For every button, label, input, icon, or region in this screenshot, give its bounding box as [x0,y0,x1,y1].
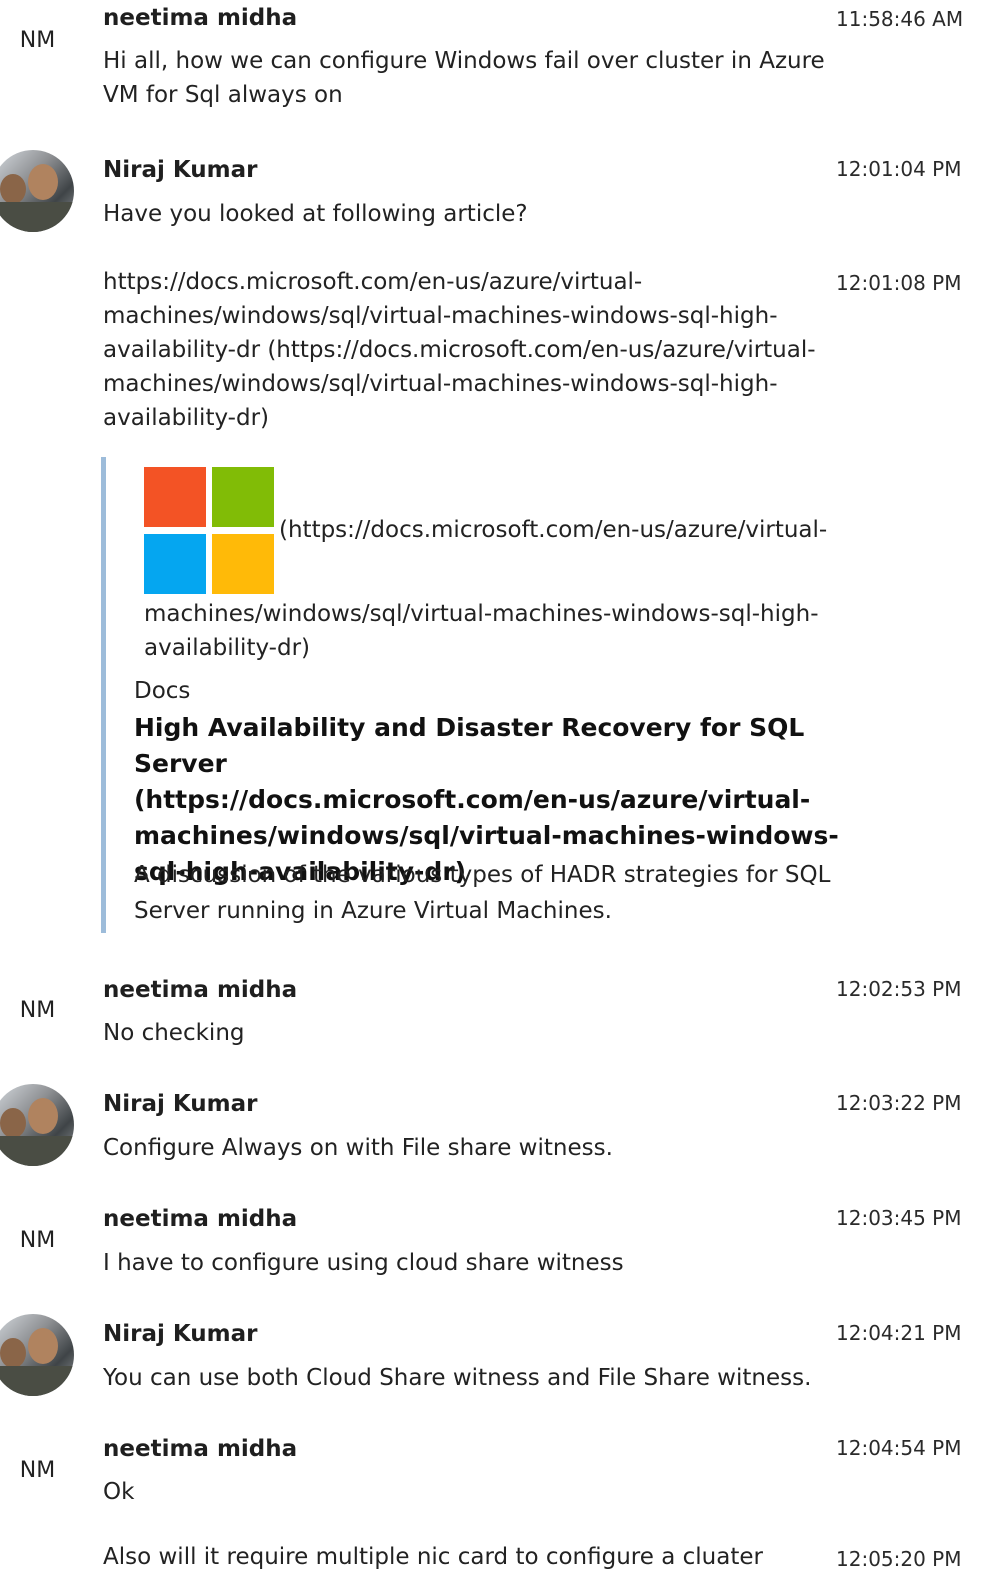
avatar-photo-detail [0,174,26,204]
message-text: Hi all, how we can configure Windows fai… [103,48,825,108]
message-timestamp: 12:04:54 PM [836,1436,962,1460]
message-text: No checking [103,1020,245,1046]
logo-square-red [144,467,206,527]
avatar-photo-detail [0,1136,74,1166]
avatar-photo-detail [0,1366,74,1396]
avatar [0,1084,74,1166]
message-timestamp: 12:05:20 PM [836,1547,962,1571]
sender-name: neetima midha [103,1436,298,1462]
sender-name: Niraj Kumar [103,1091,258,1117]
message-timestamp: 12:03:45 PM [836,1206,962,1230]
avatar-photo-detail [0,1338,26,1368]
avatar-photo-detail [28,1328,58,1364]
sender-name: neetima midha [103,5,298,31]
message-timestamp: 12:04:21 PM [836,1321,962,1345]
sender-name: neetima midha [103,977,298,1003]
message-timestamp: 12:01:08 PM [836,271,962,295]
message-timestamp: 12:02:53 PM [836,977,962,1001]
avatar-photo-detail [28,164,58,200]
message-timestamp: 11:58:46 AM [836,7,964,31]
message-text: You can use both Cloud Share witness and… [103,1365,812,1391]
preview-source: Docs [134,678,191,704]
preview-link-continuation[interactable]: machines/windows/sql/virtual-machines-wi… [144,597,834,665]
logo-square-yellow [212,534,274,594]
message-text: Ok [103,1479,135,1505]
logo-square-blue [144,534,206,594]
avatar-initials: NM [19,1228,56,1253]
logo-square-green [212,467,274,527]
message-link[interactable]: https://docs.microsoft.com/en-us/azure/v… [103,265,833,435]
link-preview-card[interactable]: (https://docs.microsoft.com/en-us/azure/… [101,457,846,933]
avatar [0,150,74,232]
message-text: I have to configure using cloud share wi… [103,1250,624,1276]
chat-transcript: NM neetima midha 11:58:46 AM Hi all, how… [0,0,1003,1589]
message-text: Have you looked at following article? [103,201,528,227]
avatar-photo-detail [0,202,74,232]
message-timestamp: 12:01:04 PM [836,157,962,181]
message-text: Also will it require multiple nic card t… [103,1544,763,1570]
preview-link-line[interactable]: (https://docs.microsoft.com/en-us/azure/… [279,513,827,547]
microsoft-logo-icon [144,467,274,594]
sender-name: neetima midha [103,1206,298,1232]
avatar [0,1314,74,1396]
avatar-initials: NM [19,998,56,1023]
message-timestamp: 12:03:22 PM [836,1091,962,1115]
avatar-initials: NM [19,28,56,53]
avatar-photo-detail [0,1108,26,1138]
sender-name: Niraj Kumar [103,1321,258,1347]
avatar-photo-detail [28,1098,58,1134]
sender-name: Niraj Kumar [103,157,258,183]
preview-description: A discussion of the various types of HAD… [134,862,831,924]
message-text: Configure Always on with File share witn… [103,1135,613,1161]
avatar-initials: NM [19,1458,56,1483]
